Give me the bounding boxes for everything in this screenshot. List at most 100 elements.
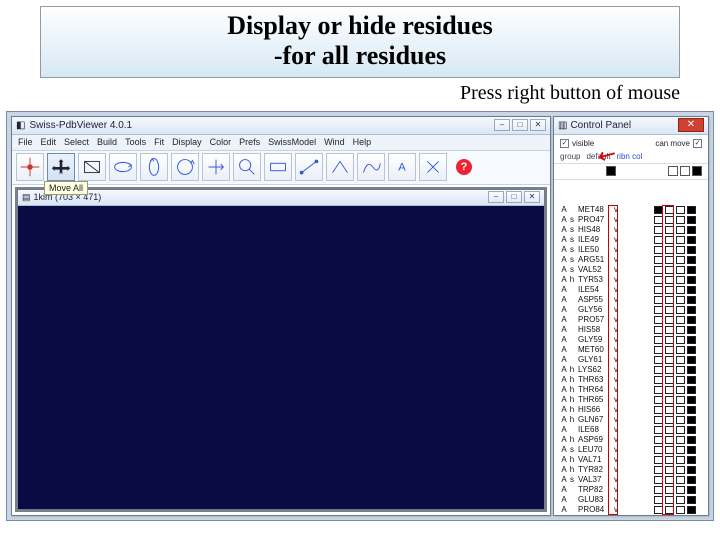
col-box[interactable] (687, 296, 696, 304)
col-box[interactable] (687, 396, 696, 404)
col-box[interactable] (665, 236, 674, 244)
visible-flag[interactable]: v (612, 355, 620, 364)
col-box[interactable] (654, 496, 663, 504)
col-box[interactable] (665, 396, 674, 404)
col-box[interactable] (676, 476, 685, 484)
col-box[interactable] (665, 216, 674, 224)
col-box[interactable] (654, 326, 663, 334)
tool-zoom[interactable] (233, 153, 261, 181)
control-panel-close-button[interactable]: ✕ (678, 118, 704, 132)
child-close-button[interactable]: ✕ (524, 191, 540, 203)
col-box[interactable] (676, 386, 685, 394)
col-box[interactable] (676, 496, 685, 504)
col-box[interactable] (654, 446, 663, 454)
col-box[interactable] (687, 266, 696, 274)
col-box[interactable] (676, 236, 685, 244)
visible-flag[interactable]: v (612, 325, 620, 334)
col-box[interactable] (665, 486, 674, 494)
col-box[interactable] (687, 216, 696, 224)
visible-flag[interactable]: v (612, 405, 620, 414)
col-box[interactable] (687, 426, 696, 434)
tool-measure[interactable] (295, 153, 323, 181)
residue-row[interactable]: AGLY61v (554, 355, 708, 365)
col-box[interactable] (676, 376, 685, 384)
col-box[interactable] (676, 366, 685, 374)
col-box[interactable] (687, 206, 696, 214)
tool-mutate[interactable] (419, 153, 447, 181)
col-box[interactable] (676, 446, 685, 454)
col-box[interactable] (676, 346, 685, 354)
col-box[interactable] (676, 266, 685, 274)
col-box[interactable] (665, 306, 674, 314)
col-box[interactable] (654, 266, 663, 274)
col-box[interactable] (665, 436, 674, 444)
col-box[interactable] (665, 456, 674, 464)
col-box[interactable] (665, 466, 674, 474)
visible-flag[interactable]: v (612, 455, 620, 464)
residue-row[interactable]: AMET60v (554, 345, 708, 355)
col-box[interactable] (687, 286, 696, 294)
col-box[interactable] (665, 476, 674, 484)
visible-flag[interactable]: v (612, 255, 620, 264)
menu-fit[interactable]: Fit (154, 137, 164, 147)
residue-list[interactable]: AMET48vAsPRO47vAsHIS48vAsILE49vAsILE50vA… (554, 205, 708, 515)
col-box[interactable] (654, 466, 663, 474)
residue-row[interactable]: AhTHR63v (554, 375, 708, 385)
col-box[interactable] (654, 486, 663, 494)
residue-row[interactable]: AhTHR64v (554, 385, 708, 395)
visible-flag[interactable]: v (612, 385, 620, 394)
col-box[interactable] (654, 246, 663, 254)
col-box[interactable] (687, 476, 696, 484)
visible-flag[interactable]: v (612, 445, 620, 454)
tool-label[interactable]: A (388, 153, 416, 181)
default-label[interactable]: default (586, 152, 610, 161)
col-box[interactable] (676, 256, 685, 264)
residue-row[interactable]: AILE68v (554, 425, 708, 435)
menu-select[interactable]: Select (64, 137, 89, 147)
visible-flag[interactable]: v (612, 245, 620, 254)
col-box[interactable] (687, 336, 696, 344)
visible-flag[interactable]: v (612, 375, 620, 384)
col-box[interactable] (654, 416, 663, 424)
col-box[interactable] (676, 206, 685, 214)
col-box[interactable] (676, 296, 685, 304)
col-box[interactable] (665, 376, 674, 384)
col-box[interactable] (654, 426, 663, 434)
col-box[interactable] (665, 286, 674, 294)
residue-row[interactable]: AhGLN67v (554, 415, 708, 425)
visible-flag[interactable]: v (612, 315, 620, 324)
help-icon[interactable]: ? (456, 159, 472, 175)
tool-rotate-x[interactable] (109, 153, 137, 181)
col-box[interactable] (687, 246, 696, 254)
main-titlebar[interactable]: ◧ Swiss-PdbViewer 4.0.1 – □ ✕ (12, 117, 550, 135)
col-box[interactable] (654, 236, 663, 244)
col-box[interactable] (665, 226, 674, 234)
residue-row[interactable]: AILE54v (554, 285, 708, 295)
col-box[interactable] (687, 346, 696, 354)
col-box[interactable] (676, 326, 685, 334)
residue-row[interactable]: AsARG51v (554, 255, 708, 265)
col-box[interactable] (676, 306, 685, 314)
visible-flag[interactable]: v (612, 265, 620, 274)
col-box[interactable] (676, 466, 685, 474)
col-box[interactable] (676, 436, 685, 444)
col-box[interactable] (676, 456, 685, 464)
col-box[interactable] (676, 336, 685, 344)
col-box[interactable] (665, 366, 674, 374)
menubar[interactable]: File Edit Select Build Tools Fit Display… (12, 135, 550, 151)
visible-flag[interactable]: v (612, 505, 620, 514)
col-box[interactable] (676, 286, 685, 294)
visible-flag[interactable]: v (612, 435, 620, 444)
col-box[interactable] (676, 406, 685, 414)
col-box[interactable] (654, 506, 663, 514)
col-box[interactable] (665, 326, 674, 334)
col-box[interactable] (665, 416, 674, 424)
col-box[interactable] (687, 256, 696, 264)
menu-display[interactable]: Display (172, 137, 202, 147)
menu-color[interactable]: Color (210, 137, 232, 147)
close-button[interactable]: ✕ (530, 119, 546, 131)
residue-row[interactable]: AhHIS66v (554, 405, 708, 415)
col-box[interactable] (654, 476, 663, 484)
menu-help[interactable]: Help (353, 137, 372, 147)
tool-center[interactable] (16, 153, 44, 181)
